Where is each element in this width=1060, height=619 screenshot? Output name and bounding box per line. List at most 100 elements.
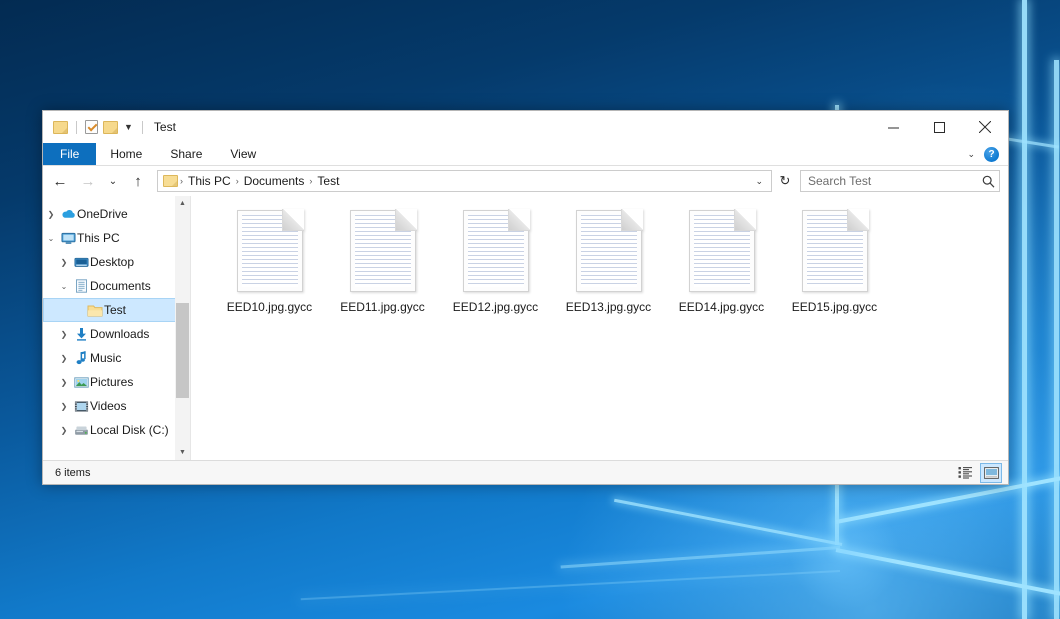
sidebar-item-documents[interactable]: ⌄ Documents: [43, 274, 190, 298]
scroll-down-icon[interactable]: ▼: [175, 445, 190, 460]
ribbon-right-controls: ⌄ ?: [967, 143, 1008, 165]
chevron-right-icon[interactable]: ❯: [56, 378, 72, 387]
navigation-pane: ❯ OneDrive ⌄ This PC ❯: [43, 196, 191, 460]
quick-access-toolbar: ▼: [43, 120, 146, 134]
scrollbar-thumb[interactable]: [176, 303, 189, 398]
ribbon-tab-bar: File Home Share View ⌄ ?: [43, 143, 1008, 166]
chevron-down-icon[interactable]: ▼: [123, 123, 134, 132]
scrollbar-track[interactable]: [175, 211, 190, 445]
file-list-pane[interactable]: EED10.jpg.gycc EED11.jpg.gycc: [191, 196, 1008, 460]
search-icon[interactable]: [982, 175, 995, 188]
window-title: Test: [154, 120, 176, 134]
wallpaper-pane-edge: [301, 570, 840, 600]
sidebar-item-onedrive[interactable]: ❯ OneDrive: [43, 202, 190, 226]
sidebar-item-label: Desktop: [90, 255, 134, 269]
sidebar-item-videos[interactable]: ❯ Videos: [43, 394, 190, 418]
sidebar-item-label: Music: [90, 351, 121, 365]
sidebar-item-label: Pictures: [90, 375, 133, 389]
back-button[interactable]: ←: [47, 169, 73, 193]
scroll-up-icon[interactable]: ▲: [175, 196, 190, 211]
sidebar-item-this-pc[interactable]: ⌄ This PC: [43, 226, 190, 250]
file-name-label: EED13.jpg.gycc: [566, 300, 651, 314]
list-item[interactable]: EED11.jpg.gycc: [326, 206, 439, 314]
chevron-down-icon[interactable]: ⌄: [56, 282, 72, 291]
window-controls: [870, 111, 1008, 143]
sidebar-item-label: Videos: [90, 399, 126, 413]
wallpaper-hotspot: [790, 500, 900, 610]
wallpaper-pane-edge: [1054, 60, 1059, 619]
wallpaper-pane-edge: [614, 499, 842, 546]
recent-locations-button[interactable]: ⌄: [103, 169, 123, 193]
folder-icon[interactable]: [53, 121, 68, 134]
file-name-label: EED14.jpg.gycc: [679, 300, 764, 314]
generic-document-icon: [463, 210, 529, 292]
tab-share[interactable]: Share: [156, 143, 216, 165]
chevron-down-icon[interactable]: ⌄: [43, 234, 59, 243]
videos-icon: [72, 400, 90, 413]
file-name-label: EED11.jpg.gycc: [340, 300, 425, 314]
view-toggle-group: [954, 463, 1002, 483]
chevron-right-icon[interactable]: ❯: [56, 258, 72, 267]
divider: [76, 121, 77, 134]
help-icon[interactable]: ?: [984, 147, 999, 162]
list-item[interactable]: EED12.jpg.gycc: [439, 206, 552, 314]
sidebar-scrollbar[interactable]: ▲ ▼: [175, 196, 190, 460]
sidebar-item-label: OneDrive: [77, 207, 128, 221]
sidebar-item-desktop[interactable]: ❯ Desktop: [43, 250, 190, 274]
forward-button[interactable]: →: [75, 169, 101, 193]
tab-home[interactable]: Home: [96, 143, 156, 165]
close-button[interactable]: [962, 111, 1008, 143]
breadcrumb-item-test[interactable]: Test: [314, 174, 342, 188]
window-body: ❯ OneDrive ⌄ This PC ❯: [43, 196, 1008, 460]
new-folder-icon[interactable]: [103, 121, 118, 134]
tab-view[interactable]: View: [216, 143, 270, 165]
breadcrumb-separator: ›: [307, 176, 314, 186]
sidebar-item-label: This PC: [77, 231, 120, 245]
properties-icon[interactable]: [85, 120, 98, 134]
desktop-background: ▼ Test File Home Share View: [0, 0, 1060, 619]
sidebar-item-label: Documents: [90, 279, 151, 293]
title-bar: ▼ Test: [43, 111, 1008, 143]
wallpaper-pane-edge: [836, 548, 1060, 596]
list-item[interactable]: EED14.jpg.gycc: [665, 206, 778, 314]
refresh-button[interactable]: ↻: [774, 169, 796, 193]
cloud-icon: [59, 208, 77, 220]
details-view-button[interactable]: [954, 463, 976, 483]
list-item[interactable]: EED10.jpg.gycc: [213, 206, 326, 314]
chevron-down-icon[interactable]: ⌄: [749, 176, 769, 187]
search-input[interactable]: Search Test: [808, 174, 982, 188]
sidebar-item-label: Test: [104, 303, 126, 317]
breadcrumb[interactable]: › This PC › Documents › Test ⌄: [157, 170, 772, 192]
chevron-right-icon[interactable]: ❯: [56, 330, 72, 339]
minimize-button[interactable]: [870, 111, 916, 143]
sidebar-item-pictures[interactable]: ❯ Pictures: [43, 370, 190, 394]
divider: [142, 121, 143, 134]
chevron-down-icon[interactable]: ⌄: [967, 149, 975, 160]
large-icons-view-button[interactable]: [980, 463, 1002, 483]
sidebar-item-local-disk-c[interactable]: ❯ Local Disk (C:): [43, 418, 190, 442]
list-item[interactable]: EED15.jpg.gycc: [778, 206, 891, 314]
file-explorer-window: ▼ Test File Home Share View: [42, 110, 1009, 485]
up-button[interactable]: ↑: [125, 169, 151, 193]
tab-file[interactable]: File: [43, 143, 96, 165]
sidebar-item-downloads[interactable]: ❯ Downloads: [43, 322, 190, 346]
folder-icon: [86, 304, 104, 317]
search-box[interactable]: Search Test: [800, 170, 1000, 192]
chevron-right-icon[interactable]: ❯: [56, 426, 72, 435]
item-count-label: 6 items: [49, 467, 90, 479]
wallpaper-pane-edge: [1022, 0, 1027, 619]
generic-document-icon: [689, 210, 755, 292]
list-item[interactable]: EED13.jpg.gycc: [552, 206, 665, 314]
address-bar: ← → ⌄ ↑ › This PC › Documents › Test ⌄ ↻…: [43, 166, 1008, 196]
sidebar-item-test[interactable]: Test: [43, 298, 190, 322]
file-name-label: EED15.jpg.gycc: [792, 300, 877, 314]
breadcrumb-item-this-pc[interactable]: This PC: [185, 174, 234, 188]
generic-document-icon: [802, 210, 868, 292]
chevron-right-icon[interactable]: ❯: [56, 354, 72, 363]
maximize-button[interactable]: [916, 111, 962, 143]
chevron-right-icon[interactable]: ❯: [43, 210, 59, 219]
sidebar-item-music[interactable]: ❯ Music: [43, 346, 190, 370]
breadcrumb-item-documents[interactable]: Documents: [241, 174, 308, 188]
chevron-right-icon[interactable]: ❯: [56, 402, 72, 411]
pictures-icon: [72, 376, 90, 389]
